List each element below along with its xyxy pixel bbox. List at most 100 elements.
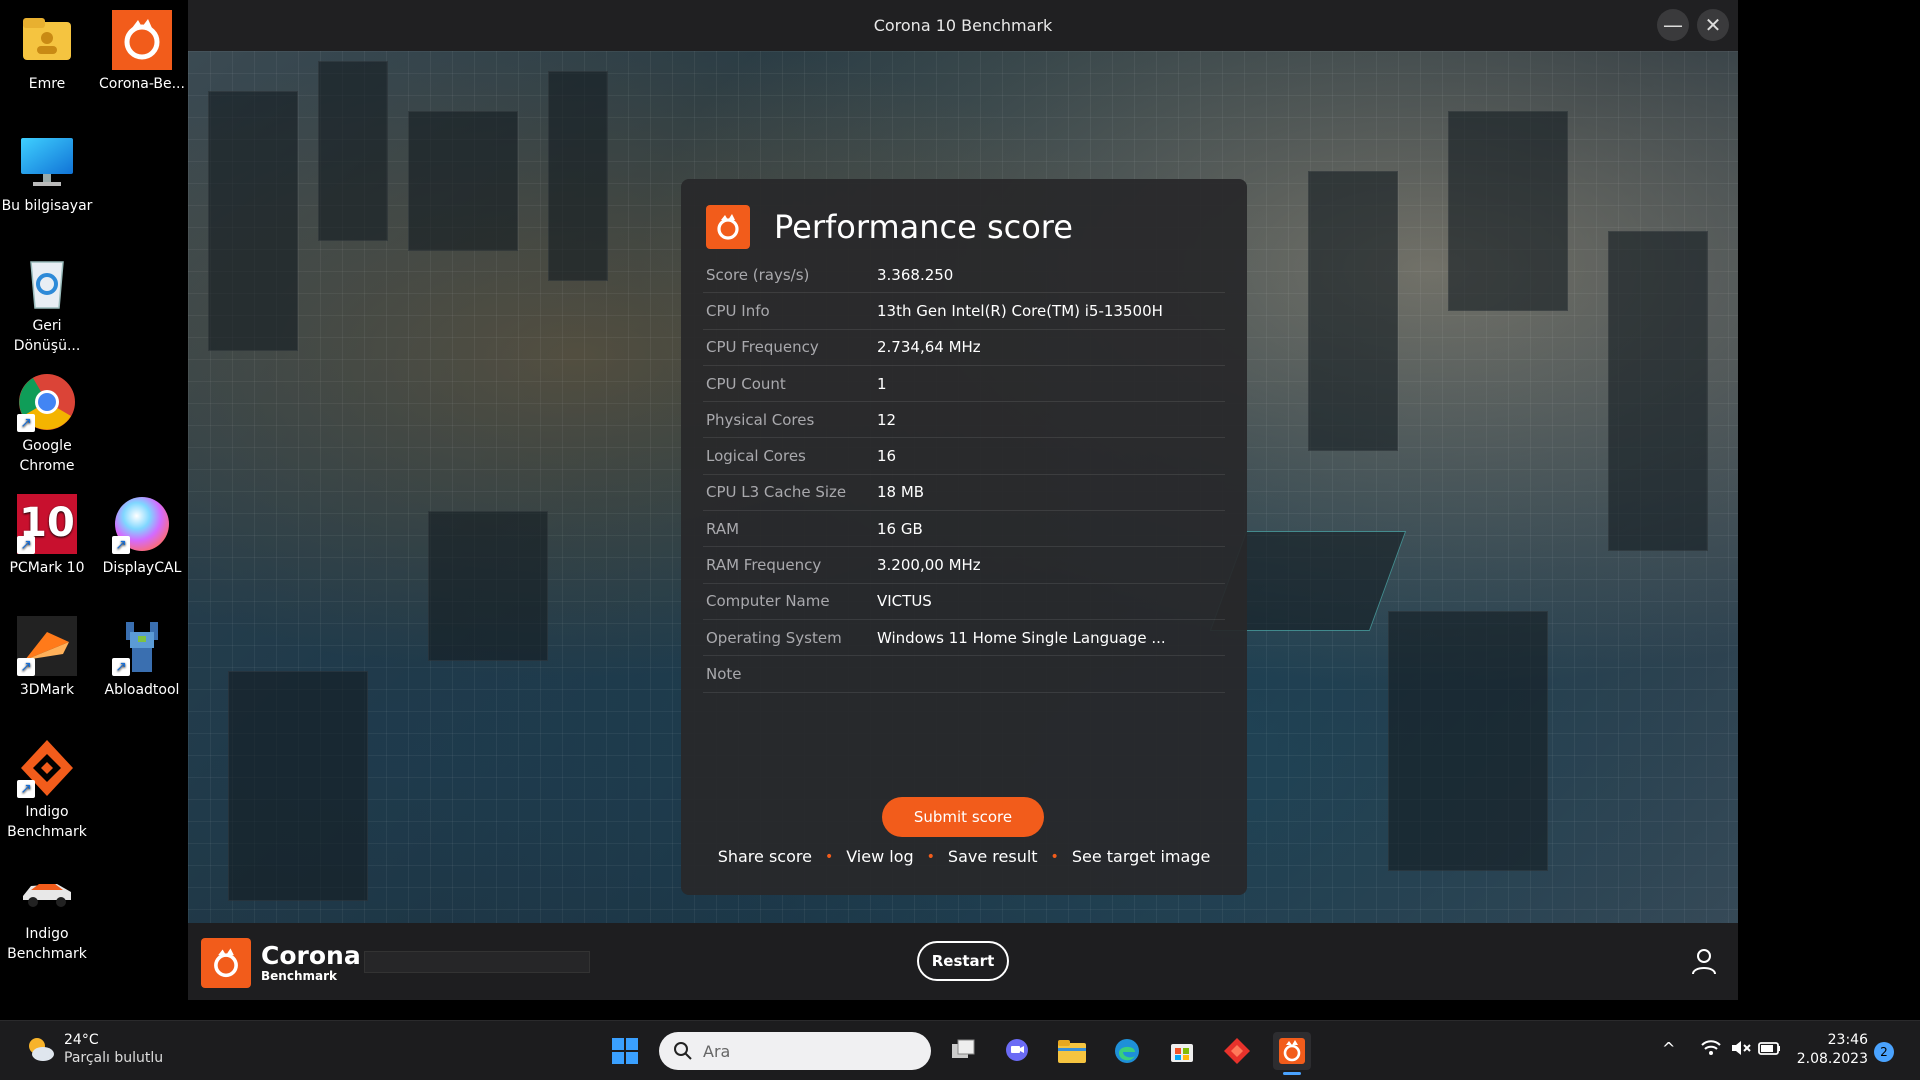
- corona-logo-icon: [1279, 1038, 1305, 1064]
- info-value: 3.200,00 MHz: [877, 556, 981, 575]
- desktop-icon-corona-benchmark[interactable]: Corona-Be...: [94, 10, 190, 94]
- desktop-icon-pcmark-10[interactable]: 10 ↗ PCMark 10: [0, 494, 95, 578]
- microsoft-store-button[interactable]: [1163, 1032, 1201, 1070]
- link-separator: •: [1050, 848, 1059, 865]
- 3dmark-icon: ↗: [17, 616, 77, 676]
- app-bottom-bar: Corona Benchmark Restart: [188, 923, 1738, 1000]
- scene-building: [228, 671, 368, 901]
- brand-text: Corona Benchmark: [261, 941, 361, 984]
- taskbar-search-box[interactable]: [659, 1032, 931, 1070]
- edge-browser-button[interactable]: [1108, 1032, 1146, 1070]
- info-row-note[interactable]: Note: [703, 656, 1225, 693]
- desktop-icon-displaycal[interactable]: ↗ DisplayCAL: [94, 494, 190, 578]
- shortcut-arrow-icon: ↗: [112, 536, 130, 554]
- battery-status[interactable]: [1758, 1037, 1782, 1063]
- start-button[interactable]: [606, 1032, 644, 1070]
- diamond-app-icon: [1224, 1038, 1250, 1064]
- performance-score-panel: Performance score Score (rays/s) 3.368.25…: [681, 179, 1247, 895]
- chat-button[interactable]: [998, 1032, 1036, 1070]
- network-status[interactable]: [1700, 1037, 1722, 1063]
- info-key: CPU Frequency: [706, 338, 819, 357]
- scene-building: [1448, 111, 1568, 311]
- window-titlebar[interactable]: Corona 10 Benchmark — ✕: [188, 0, 1738, 51]
- window-title: Corona 10 Benchmark: [873, 16, 1053, 35]
- rendered-scene-background: Performance score Score (rays/s) 3.368.25…: [188, 51, 1738, 923]
- info-value: 3.368.250: [877, 265, 954, 284]
- info-row-logical-cores: Logical Cores 16: [703, 438, 1225, 475]
- desktop-icon-this-pc[interactable]: Bu bilgisayar: [0, 132, 95, 216]
- desktop-icon-recycle-bin[interactable]: Geri Dönüşü...: [0, 252, 95, 356]
- desktop-icon-label: Bu bilgisayar: [1, 198, 93, 214]
- task-view-icon: [952, 1039, 975, 1058]
- info-value: 16 GB: [877, 519, 923, 538]
- desktop-icon-label: 3DMark: [19, 682, 75, 698]
- info-key: CPU Count: [706, 374, 786, 393]
- file-explorer-button[interactable]: [1053, 1032, 1091, 1070]
- desktop-icon-indigo-benchmark-2[interactable]: Indigo Benchmark: [0, 860, 95, 964]
- desktop-icon-google-chrome[interactable]: ↗ Google Chrome: [0, 372, 95, 476]
- info-key: Note: [706, 664, 742, 683]
- edge-icon: [1115, 1039, 1139, 1063]
- indigo-logo-icon: ↗: [17, 738, 77, 798]
- weather-description: Parçalı bulutlu: [64, 1050, 164, 1066]
- scene-building: [318, 61, 388, 241]
- submit-score-button[interactable]: Submit score: [882, 797, 1044, 837]
- info-row-physical-cores: Physical Cores 12: [703, 402, 1225, 439]
- desktop-icon-abloadtool[interactable]: ↗ Abloadtool: [94, 616, 190, 700]
- chrome-icon: ↗: [17, 372, 77, 432]
- desktop-icon-indigo-benchmark[interactable]: ↗ Indigo Benchmark: [0, 738, 95, 842]
- info-row-cpu-count: CPU Count 1: [703, 366, 1225, 403]
- car-icon: [17, 860, 77, 920]
- info-value: 18 MB: [877, 483, 925, 502]
- folder-user-icon: [17, 10, 77, 70]
- view-log-link[interactable]: View log: [846, 847, 913, 866]
- link-separator: •: [824, 848, 834, 865]
- corona-logo-icon: [112, 10, 172, 70]
- notification-badge[interactable]: 2: [1874, 1042, 1894, 1062]
- user-account-icon[interactable]: [1690, 947, 1718, 975]
- windows-logo-icon: [612, 1038, 638, 1064]
- save-result-link[interactable]: Save result: [948, 847, 1038, 866]
- share-score-link[interactable]: Share score: [718, 847, 812, 866]
- info-key: Operating System: [706, 628, 842, 647]
- scene-building: [408, 111, 518, 251]
- restart-button[interactable]: Restart: [917, 941, 1009, 981]
- info-key: Score (rays/s): [706, 265, 810, 284]
- weather-widget[interactable]: 24°C Parçalı bulutlu: [24, 1031, 163, 1067]
- battery-icon: [1758, 1042, 1780, 1055]
- corona-taskbar-button[interactable]: [1273, 1032, 1311, 1075]
- desktop-icon-label: Emre: [28, 76, 66, 92]
- desktop: Emre Corona-Be... Bu bilgisayar Geri Dön…: [0, 0, 190, 1020]
- active-app-indicator: [1283, 1072, 1301, 1075]
- close-button[interactable]: ✕: [1697, 9, 1729, 41]
- desktop-icon-user-folder[interactable]: Emre: [0, 10, 95, 94]
- taskbar-clock[interactable]: 23:46 2.08.2023: [1780, 1031, 1868, 1069]
- info-key: Physical Cores: [706, 410, 815, 429]
- brand-name: Corona: [261, 941, 361, 970]
- system-info-table: Score (rays/s) 3.368.250 CPU Info 13th Gen…: [703, 257, 1225, 693]
- panel-header: Performance score: [706, 205, 1073, 249]
- scene-building: [1608, 231, 1708, 551]
- desktop-icon-label: Indigo Benchmark: [7, 926, 87, 962]
- volume-status[interactable]: [1730, 1037, 1752, 1063]
- search-input[interactable]: [703, 1041, 903, 1061]
- scene-building: [1388, 611, 1548, 871]
- desktop-icon-3dmark[interactable]: ↗ 3DMark: [0, 616, 95, 700]
- task-view-button[interactable]: [944, 1032, 982, 1070]
- see-target-image-link[interactable]: See target image: [1072, 847, 1211, 866]
- minimize-button[interactable]: —: [1657, 9, 1689, 41]
- info-row-cpu-frequency: CPU Frequency 2.734,64 MHz: [703, 330, 1225, 366]
- desktop-icon-label: Indigo Benchmark: [7, 804, 87, 840]
- info-row-l3-cache: CPU L3 Cache Size 18 MB: [703, 475, 1225, 512]
- progress-bar: [364, 951, 590, 973]
- info-value: 13th Gen Intel(R) Core(TM) i5-13500H: [877, 301, 1163, 320]
- corona-logo-icon: [201, 938, 251, 988]
- tray-overflow-button[interactable]: ^: [1662, 1039, 1675, 1058]
- info-key: RAM: [706, 519, 740, 538]
- abloadtool-icon: ↗: [112, 616, 172, 676]
- info-value: VICTUS: [877, 592, 932, 611]
- brand-subtitle: Benchmark: [261, 969, 337, 983]
- red-app-button[interactable]: [1218, 1032, 1256, 1070]
- volume-muted-icon: [1732, 1041, 1751, 1055]
- corona-benchmark-window: Corona 10 Benchmark — ✕ Performance scor…: [188, 0, 1738, 1000]
